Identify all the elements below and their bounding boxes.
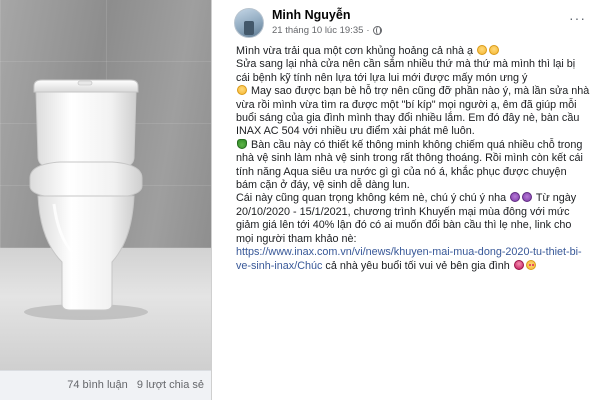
post-body: Mình vừa trải qua một cơn khủng hoảng cả… [236,45,590,273]
post-text-line2: Sửa sang lại nhà cửa nên cần sắm nhiều t… [236,58,576,84]
engagement-stats: 74 bình luận 9 lượt chia sẻ [61,379,204,391]
post-text-line1: Mình vừa trải qua một cơn khủng hoảng cả… [236,45,473,57]
toilet-image [24,79,148,320]
post-photo[interactable]: 74 bình luận 9 lượt chia sẻ [0,0,212,400]
shares-count-link[interactable]: 9 lượt chia sẻ [137,379,204,391]
plant-icon [237,138,247,149]
post-meta: 21 tháng 10 lúc 19:35 · [272,25,382,36]
bouquet-icon [513,259,524,270]
sad-face-icon [477,45,487,55]
post-timestamp[interactable]: 21 tháng 10 lúc 19:35 [272,25,363,36]
post-text-line4: Bàn cầu này có thiết kế thông minh không… [236,138,583,192]
author-avatar[interactable] [234,8,264,38]
post-text-line3: May sao được bạn bè hỗ trợ nên cũng đỡ p… [236,85,590,138]
sad-face-icon [489,45,499,55]
comments-count-link[interactable]: 74 bình luận [67,379,128,391]
dot-separator: · [366,25,370,36]
heart-eyes-icon [525,259,536,270]
post-text-line6: cả nhà yêu buổi tối vui vẻ bên gia đình [325,259,510,272]
devil-face-icon [522,192,533,203]
sad-face-icon [237,85,247,96]
post-paragraph-6: https://www.inax.com.vn/vi/news/khuyen-m… [236,246,590,273]
post-paragraph-3: May sao được bạn bè hỗ trợ nên cũng đỡ p… [236,85,590,139]
post-panel: Minh Nguyễn 21 tháng 10 lúc 19:35 · ··· … [212,0,600,400]
author-name[interactable]: Minh Nguyễn [272,8,350,22]
globe-icon [372,26,382,35]
devil-face-icon [510,192,521,203]
post-paragraph-4: Bàn cầu này có thiết kế thông minh không… [236,138,590,193]
post-paragraph-2: Sửa sang lại nhà cửa nên cần sắm nhiều t… [236,58,590,85]
post-text-line5a: Cái này cũng quan trọng không kém nè, ch… [236,192,507,205]
more-horizontal-icon[interactable]: ··· [569,10,586,26]
post-paragraph-5: Cái này cũng quan trọng không kém nè, ch… [236,192,590,246]
photo-engagement-bar: 74 bình luận 9 lượt chia sẻ [0,370,211,400]
post-paragraph-1: Mình vừa trải qua một cơn khủng hoảng cả… [236,45,590,58]
